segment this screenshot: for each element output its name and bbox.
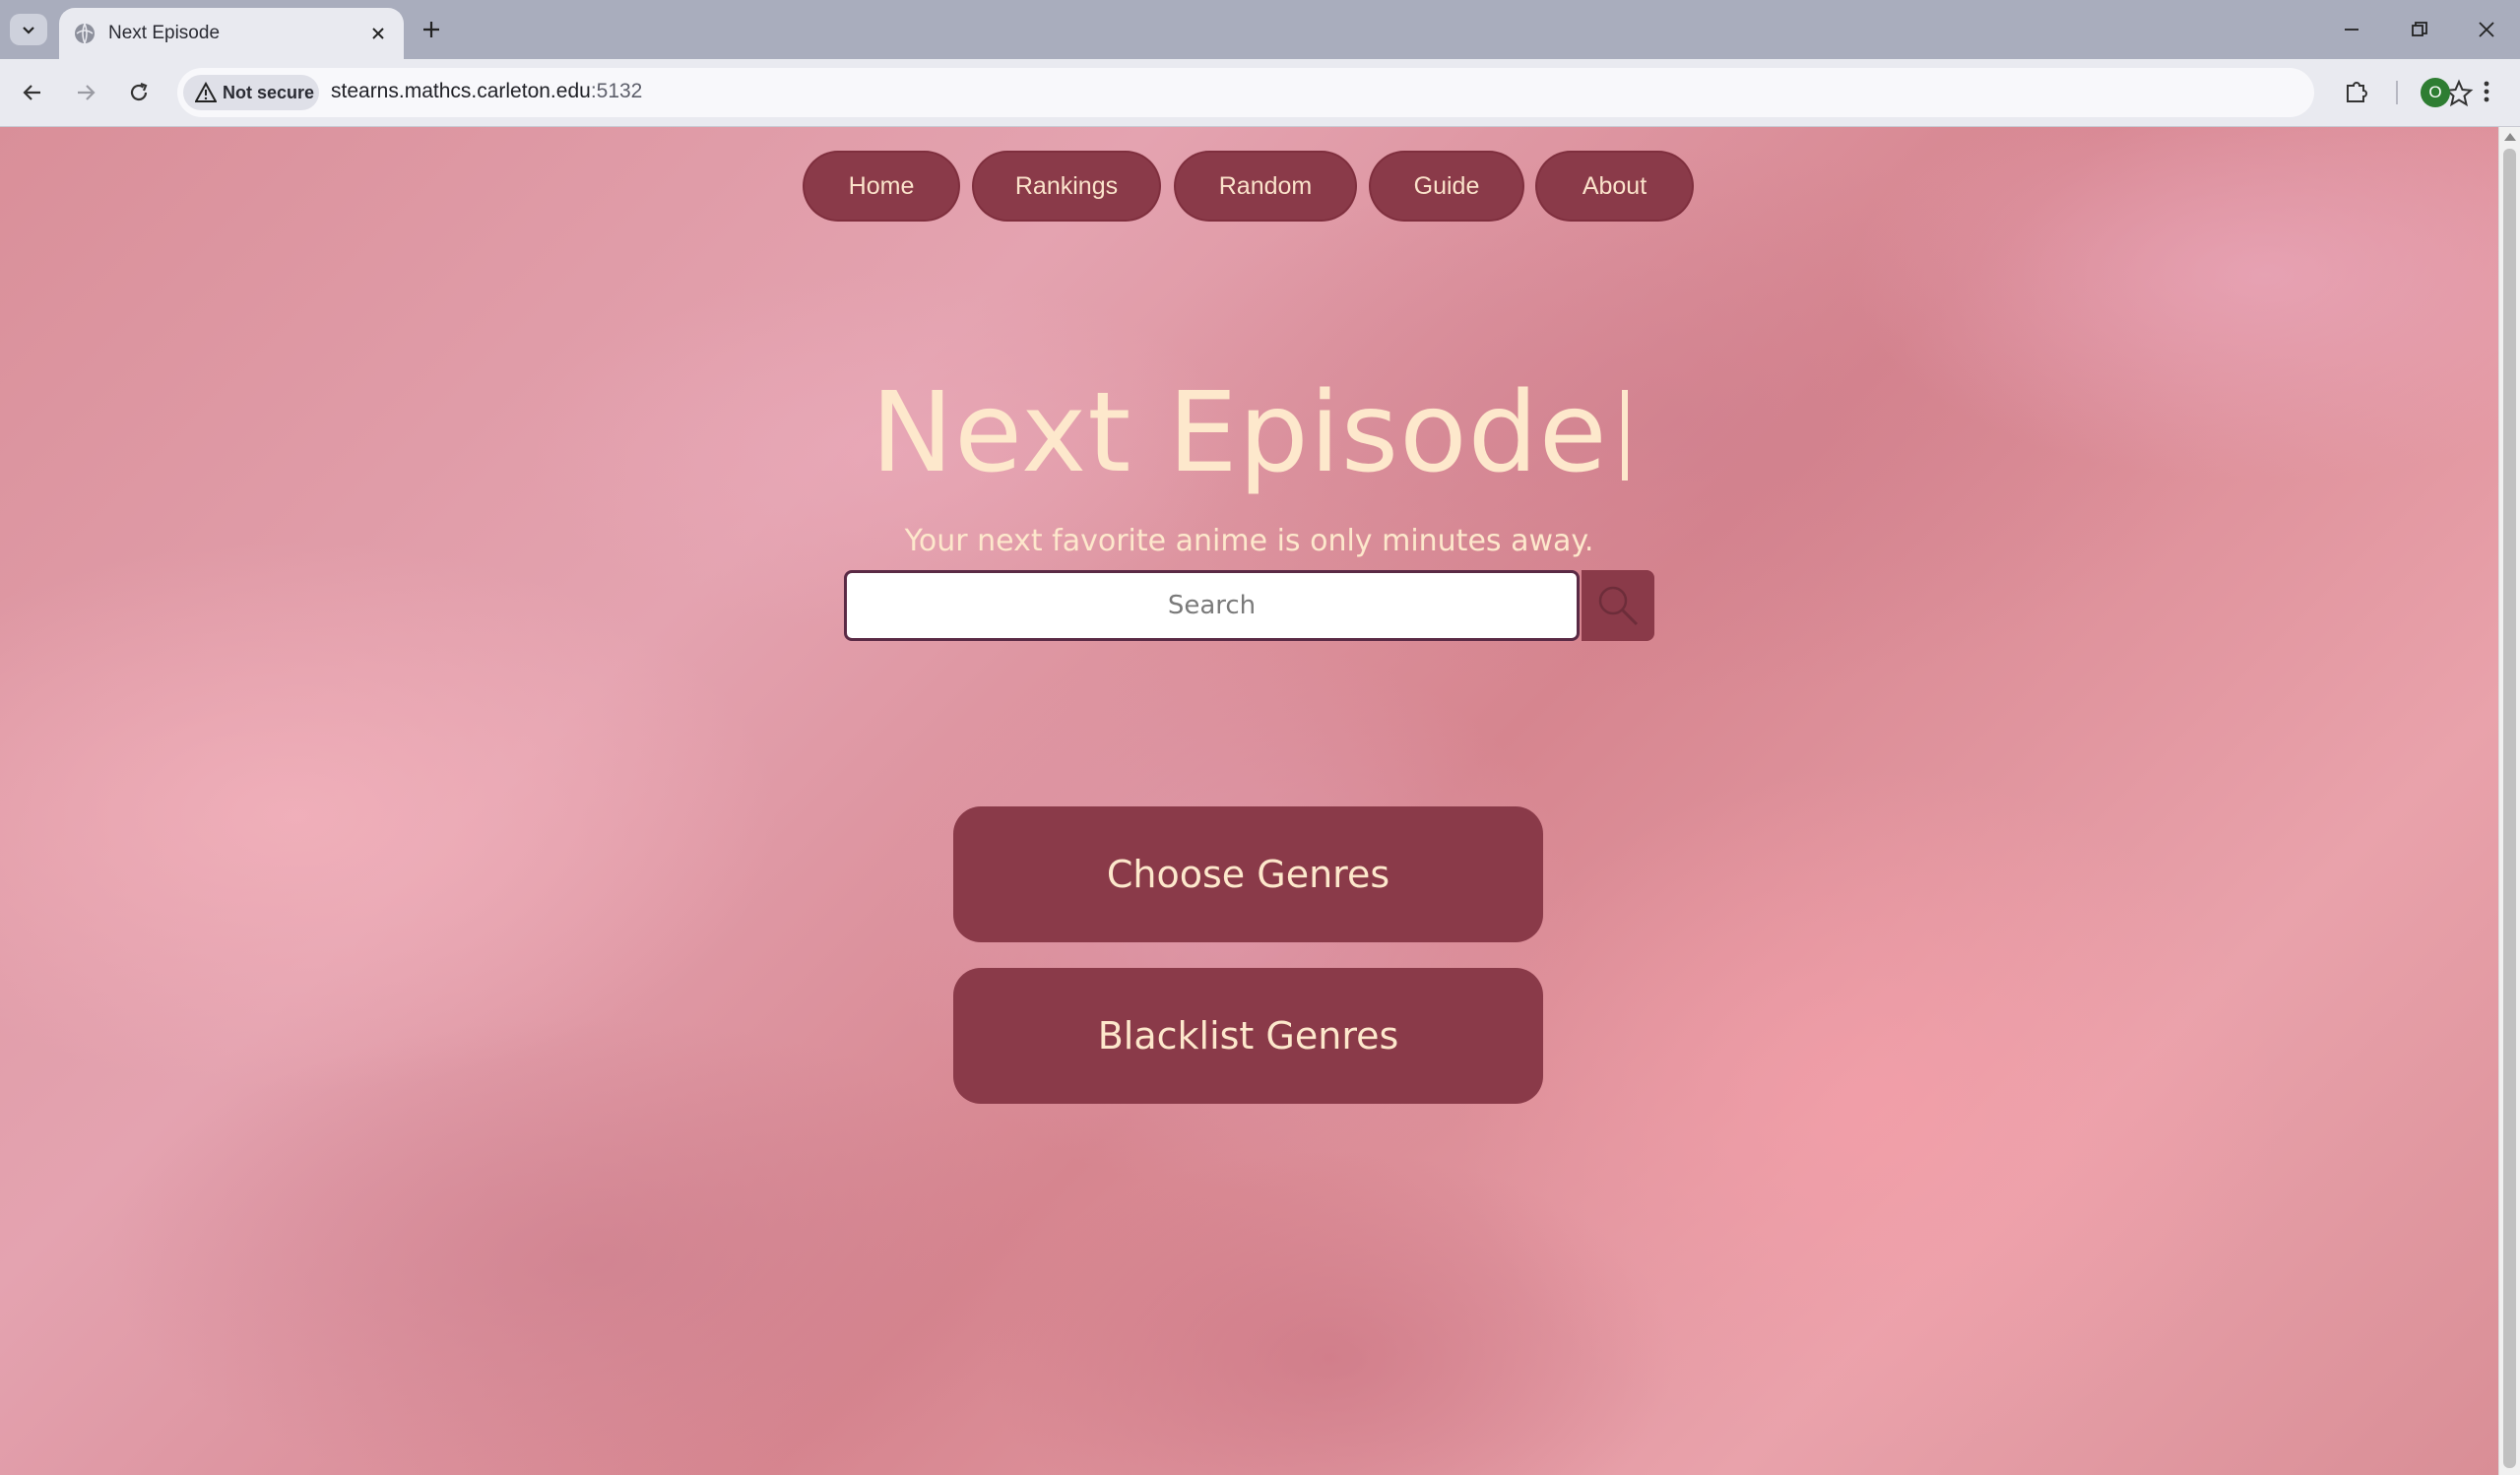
blacklist-genres-button[interactable]: Blacklist Genres — [953, 968, 1543, 1104]
browser-tab[interactable]: Next Episode — [59, 8, 404, 59]
search-button[interactable] — [1582, 570, 1654, 641]
page-scrollbar[interactable] — [2498, 127, 2520, 1475]
profile-avatar[interactable]: O — [2421, 78, 2450, 107]
scroll-thumb[interactable] — [2503, 149, 2516, 1468]
security-label: Not secure — [223, 82, 315, 102]
puzzle-icon[interactable] — [2342, 77, 2371, 106]
magnifier-icon — [1598, 586, 1639, 626]
security-chip[interactable]: Not secure — [183, 75, 319, 110]
tab-title: Next Episode — [108, 23, 221, 43]
reload-icon — [130, 82, 148, 101]
nav-about[interactable]: About — [1535, 151, 1694, 222]
minimize-icon — [2345, 29, 2358, 31]
kebab-icon[interactable] — [2472, 77, 2501, 106]
browser-toolbar: Not secure stearns.mathcs.carleton.edu:5… — [0, 59, 2520, 127]
search-input[interactable] — [844, 570, 1580, 641]
nav-random[interactable]: Random — [1174, 151, 1357, 222]
chevron-down-icon — [23, 27, 34, 34]
scroll-up-arrow[interactable] — [2504, 133, 2516, 141]
address-bar[interactable]: Not secure stearns.mathcs.carleton.edu:5… — [177, 68, 2474, 117]
page-title-text: Next Episode — [871, 369, 1608, 497]
tab-search-button[interactable] — [10, 14, 47, 45]
close-icon — [2479, 22, 2494, 37]
tab-close-button[interactable] — [362, 18, 394, 49]
restore-icon — [2412, 22, 2427, 36]
new-tab-button[interactable] — [414, 14, 449, 45]
url-host: stearns.mathcs.carleton.edu — [331, 80, 591, 102]
tagline: Your next favorite anime is only minutes… — [904, 524, 1594, 558]
warning-icon — [195, 82, 217, 102]
url-port: :5132 — [590, 80, 643, 102]
page-title: Next Episode — [0, 369, 2498, 497]
nav-rankings[interactable]: Rankings — [972, 151, 1161, 222]
toolbar-separator — [2396, 81, 2398, 104]
url-text[interactable]: stearns.mathcs.carleton.edu:5132 — [331, 80, 642, 103]
arrow-left-icon — [23, 85, 40, 100]
browser-tab-bar: Next Episode — [0, 0, 2520, 59]
choose-genres-button[interactable]: Choose Genres — [953, 806, 1543, 942]
reload-button[interactable] — [119, 75, 159, 110]
plus-icon — [423, 22, 439, 37]
forward-button[interactable] — [66, 75, 105, 110]
nav-guide[interactable]: Guide — [1369, 151, 1524, 222]
window-close-button[interactable] — [2459, 10, 2514, 49]
minimize-button[interactable] — [2324, 10, 2379, 49]
typing-caret — [1621, 390, 1628, 481]
arrow-right-icon — [78, 85, 96, 100]
close-icon — [372, 28, 384, 39]
page-viewport: Home Rankings Random Guide About Next Ep… — [0, 127, 2498, 1475]
back-button[interactable] — [13, 75, 52, 110]
globe-icon — [75, 23, 95, 44]
restore-button[interactable] — [2392, 10, 2447, 49]
nav-home[interactable]: Home — [803, 151, 960, 222]
